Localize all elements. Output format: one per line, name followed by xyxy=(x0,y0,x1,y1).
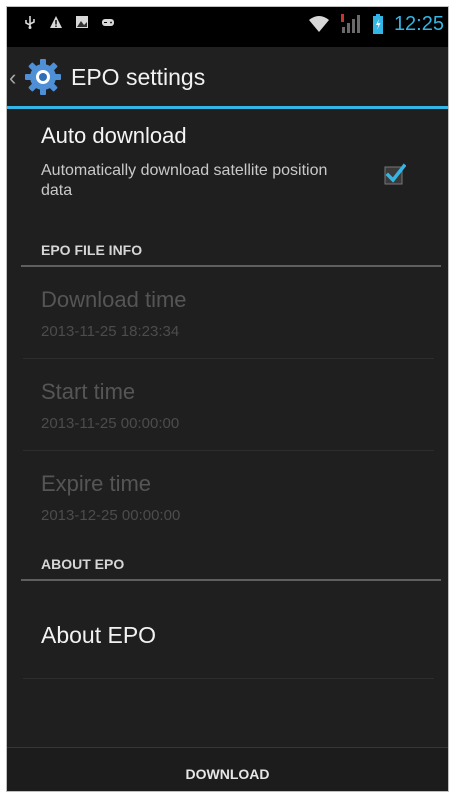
warning-icon xyxy=(50,16,62,28)
system-icons: 12:25 xyxy=(308,12,444,36)
expire-time-item: Expire time 2013-12-25 00:00:00 xyxy=(7,451,448,543)
expire-time-title: Expire time xyxy=(41,471,152,496)
image-notification-icon xyxy=(76,16,88,28)
start-time-value: 2013-11-25 00:00:00 xyxy=(41,415,180,432)
button-bar: DOWNLOAD xyxy=(7,747,448,791)
auto-download-preference[interactable]: Auto download Automatically download sat… xyxy=(7,123,448,213)
start-time-title: Start time xyxy=(41,379,136,404)
game-controller-icon xyxy=(102,19,114,26)
action-bar: ‹ EPO settings xyxy=(7,47,448,109)
about-epo-title: About EPO xyxy=(41,622,157,648)
auto-download-title: Auto download xyxy=(41,123,187,148)
about-epo-header: ABOUT EPO xyxy=(21,549,441,581)
usb-icon xyxy=(25,16,35,29)
battery-icon xyxy=(372,14,383,34)
auto-download-summary: Automatically download satellite positio… xyxy=(41,162,328,199)
notification-icons xyxy=(23,15,115,29)
divider xyxy=(23,678,434,679)
about-epo-header-label: ABOUT EPO xyxy=(41,556,125,572)
auto-download-checkbox[interactable] xyxy=(384,163,406,185)
download-time-value: 2013-11-25 18:23:34 xyxy=(41,323,180,340)
start-time-item: Start time 2013-11-25 00:00:00 xyxy=(7,359,448,451)
phone-screen: 12:25 ‹ EPO settings Auto download Autom… xyxy=(6,6,449,792)
gear-icon[interactable] xyxy=(23,57,63,97)
back-chevron-icon[interactable]: ‹ xyxy=(9,67,16,89)
signal-icon xyxy=(340,14,360,33)
download-time-title: Download time xyxy=(41,287,187,312)
download-button[interactable]: DOWNLOAD xyxy=(7,748,448,791)
expire-time-value: 2013-12-25 00:00:00 xyxy=(41,507,181,524)
download-time-item: Download time 2013-11-25 18:23:34 xyxy=(7,267,448,359)
status-clock: 12:25 xyxy=(393,13,444,35)
epo-file-info-header: EPO FILE INFO xyxy=(21,235,441,267)
about-epo-item[interactable]: About EPO xyxy=(7,589,448,679)
status-bar: 12:25 xyxy=(7,7,448,47)
page-title: EPO settings xyxy=(71,64,206,90)
wifi-icon xyxy=(308,16,329,32)
epo-file-info-header-label: EPO FILE INFO xyxy=(41,242,143,258)
